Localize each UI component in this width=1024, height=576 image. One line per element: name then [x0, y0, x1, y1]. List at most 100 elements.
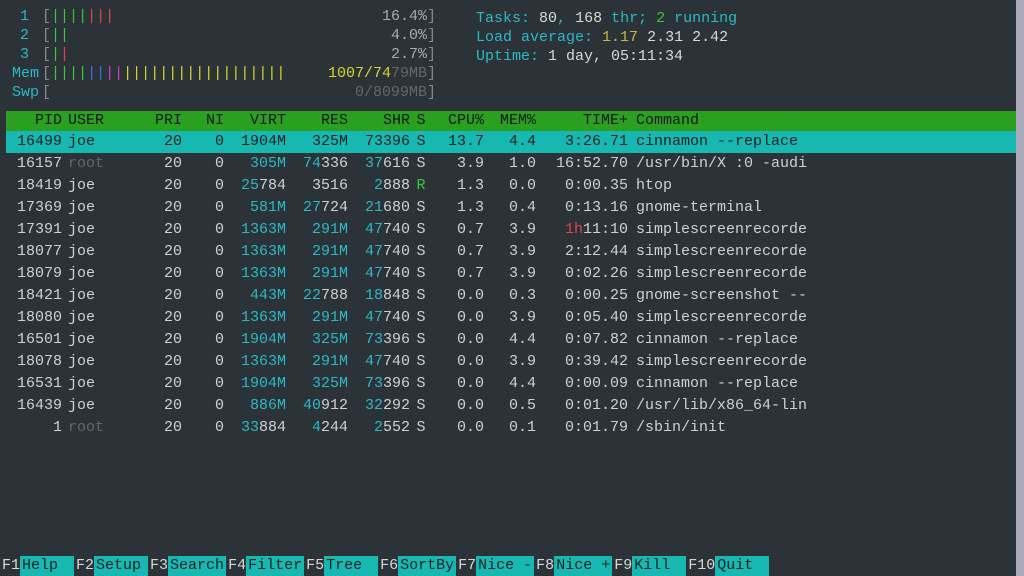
cell-res: 4244	[286, 417, 348, 439]
cell-mem: 0.5	[484, 395, 536, 417]
col-shr[interactable]: SHR	[348, 111, 410, 131]
cell-cpu: 0.0	[432, 373, 484, 395]
cell-command: simplescreenrecorde	[628, 219, 1018, 241]
fkey-label-F2[interactable]: Setup	[94, 556, 148, 576]
cpu-meter-2: 2 [|| 4.0%]	[6, 27, 436, 46]
cell-time: 2:12.44	[536, 241, 628, 263]
function-key-bar[interactable]: F1Help F2Setup F3SearchF4FilterF5Tree F6…	[0, 556, 1024, 576]
cell-ni: 0	[182, 241, 224, 263]
cell-pri: 20	[122, 351, 182, 373]
system-summary: Tasks: 80, 168 thr; 2 running Load avera…	[476, 8, 1018, 103]
process-row[interactable]: 18079 joe 20 0 1363M 291M 47740 S 0.7 3.…	[6, 263, 1018, 285]
process-list[interactable]: 16499 joe 20 0 1904M 325M 73396 S 13.7 4…	[6, 131, 1018, 439]
fkey-label-F9[interactable]: Kill	[632, 556, 686, 576]
cell-mem: 0.4	[484, 197, 536, 219]
fkey-label-F7[interactable]: Nice -	[476, 556, 534, 576]
cell-state: R	[410, 175, 432, 197]
fkey-F1: F1	[0, 556, 20, 576]
fkey-label-F1[interactable]: Help	[20, 556, 74, 576]
process-row[interactable]: 16157 root 20 0 305M 74336 37616 S 3.9 1…	[6, 153, 1018, 175]
cell-user: joe	[62, 307, 122, 329]
cell-pri: 20	[122, 285, 182, 307]
col-pri[interactable]: PRI	[122, 111, 182, 131]
cell-pri: 20	[122, 395, 182, 417]
swap-meter: Swp [ 0/8099MB]	[6, 84, 436, 103]
fkey-label-F8[interactable]: Nice +	[554, 556, 612, 576]
cell-command: htop	[628, 175, 1018, 197]
col-virt[interactable]: VIRT	[224, 111, 286, 131]
cpu-label: 1	[6, 8, 42, 27]
fkey-label-F3[interactable]: Search	[168, 556, 226, 576]
fkey-F10: F10	[686, 556, 715, 576]
cell-res: 291M	[286, 241, 348, 263]
cell-state: S	[410, 417, 432, 439]
cell-pri: 20	[122, 417, 182, 439]
fkey-label-F6[interactable]: SortBy	[398, 556, 456, 576]
cell-ni: 0	[182, 373, 224, 395]
process-row[interactable]: 17391 joe 20 0 1363M 291M 47740 S 0.7 3.…	[6, 219, 1018, 241]
process-row[interactable]: 18421 joe 20 0 443M 22788 18848 S 0.0 0.…	[6, 285, 1018, 307]
col-mem[interactable]: MEM%	[484, 111, 536, 131]
cell-time: 0:00.25	[536, 285, 628, 307]
cell-command: gnome-screenshot --	[628, 285, 1018, 307]
col-time[interactable]: TIME+	[536, 111, 628, 131]
fkey-F2: F2	[74, 556, 94, 576]
cell-user: joe	[62, 285, 122, 307]
cell-ni: 0	[182, 351, 224, 373]
cell-virt: 25784	[224, 175, 286, 197]
uptime-line: Uptime: 1 day, 05:11:34	[476, 48, 1018, 67]
process-row[interactable]: 16499 joe 20 0 1904M 325M 73396 S 13.7 4…	[6, 131, 1018, 153]
cell-virt: 1363M	[224, 351, 286, 373]
cell-state: S	[410, 373, 432, 395]
col-cmd[interactable]: Command	[628, 111, 1018, 131]
process-row[interactable]: 16531 joe 20 0 1904M 325M 73396 S 0.0 4.…	[6, 373, 1018, 395]
process-row[interactable]: 17369 joe 20 0 581M 27724 21680 S 1.3 0.…	[6, 197, 1018, 219]
col-res[interactable]: RES	[286, 111, 348, 131]
cell-pri: 20	[122, 131, 182, 153]
cell-time: 16:52.70	[536, 153, 628, 175]
cell-user: joe	[62, 351, 122, 373]
cell-time: 1h11:10	[536, 219, 628, 241]
fkey-label-F4[interactable]: Filter	[246, 556, 304, 576]
cell-virt: 581M	[224, 197, 286, 219]
cell-ni: 0	[182, 285, 224, 307]
cell-user: joe	[62, 197, 122, 219]
fkey-F4: F4	[226, 556, 246, 576]
cell-state: S	[410, 131, 432, 153]
col-pid[interactable]: PID	[6, 111, 62, 131]
cell-shr: 47740	[348, 241, 410, 263]
cell-pid: 1	[6, 417, 62, 439]
fkey-label-F5[interactable]: Tree	[324, 556, 378, 576]
fkey-label-F10[interactable]: Quit	[715, 556, 769, 576]
scrollbar[interactable]	[1016, 0, 1024, 576]
cell-res: 325M	[286, 329, 348, 351]
cell-state: S	[410, 395, 432, 417]
col-ni[interactable]: NI	[182, 111, 224, 131]
process-row[interactable]: 1 root 20 0 33884 4244 2552 S 0.0 0.1 0:…	[6, 417, 1018, 439]
cell-pid: 18077	[6, 241, 62, 263]
cell-cpu: 13.7	[432, 131, 484, 153]
process-row[interactable]: 18077 joe 20 0 1363M 291M 47740 S 0.7 3.…	[6, 241, 1018, 263]
process-row[interactable]: 16501 joe 20 0 1904M 325M 73396 S 0.0 4.…	[6, 329, 1018, 351]
process-row[interactable]: 18078 joe 20 0 1363M 291M 47740 S 0.0 3.…	[6, 351, 1018, 373]
cell-res: 74336	[286, 153, 348, 175]
col-user[interactable]: USER	[62, 111, 122, 131]
process-table-header[interactable]: PID USER PRI NI VIRT RES SHR S CPU% MEM%…	[6, 111, 1018, 131]
cell-res: 291M	[286, 351, 348, 373]
cell-command: /sbin/init	[628, 417, 1018, 439]
col-cpu[interactable]: CPU%	[432, 111, 484, 131]
cpu-meter-3: 3 [|| 2.7%]	[6, 46, 436, 65]
cell-user: joe	[62, 329, 122, 351]
cell-res: 40912	[286, 395, 348, 417]
process-row[interactable]: 18419 joe 20 0 25784 3516 2888 R 1.3 0.0…	[6, 175, 1018, 197]
cell-mem: 3.9	[484, 219, 536, 241]
cell-mem: 0.3	[484, 285, 536, 307]
mem-meter: Mem [|||||||||||||||||||||||||| 1007/747…	[6, 65, 436, 84]
cell-state: S	[410, 285, 432, 307]
process-row[interactable]: 18080 joe 20 0 1363M 291M 47740 S 0.0 3.…	[6, 307, 1018, 329]
process-row[interactable]: 16439 joe 20 0 886M 40912 32292 S 0.0 0.…	[6, 395, 1018, 417]
col-s[interactable]: S	[410, 111, 432, 131]
fkey-F5: F5	[304, 556, 324, 576]
cell-time: 0:02.26	[536, 263, 628, 285]
cell-shr: 73396	[348, 131, 410, 153]
